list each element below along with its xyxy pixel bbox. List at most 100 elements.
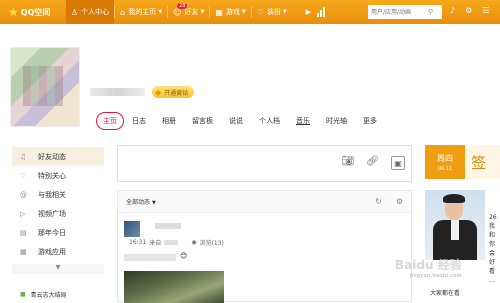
promo-line: 会好看 [489,250,496,275]
camera-icon[interactable]: 📷︎ [342,156,355,170]
tab-message-board[interactable]: 留言板 [184,116,221,126]
chevron-down-icon: ▼ [282,9,287,15]
chevron-down-icon: ▼ [241,9,246,15]
post-author-avatar[interactable] [124,221,140,237]
bell-icon: ♫ [20,152,27,161]
vip-yellow-diamond-button[interactable]: ◆ 开通黄钻 [152,86,195,98]
baidu-watermark: Baidu 经验 jingyan.baidu.com [395,256,462,279]
tab-profile[interactable]: 个人档 [251,116,288,126]
bell-icon[interactable]: ♪ [450,6,455,15]
chevron-down-icon: ▼ [158,9,163,15]
nav-label: 装扮 [266,8,281,16]
nav-label: 好友 [184,8,199,16]
apps-icon: ▦ [20,247,27,256]
tab-timeline[interactable]: 时光轴 [318,116,355,126]
nav-games[interactable]: ▦ 游戏 ▼ [210,0,250,24]
video-icon: ▷ [20,209,26,218]
vip-button-label: 开通黄钻 [164,89,189,97]
more-icon[interactable]: ☰ [482,6,489,15]
post-views: 浏览(13) [199,240,224,247]
tab-blog[interactable]: 日志 [124,116,154,126]
everyone-watching-caption[interactable]: 大家都在看 [430,288,460,297]
feed-filter-dropdown[interactable]: 全部动态 ▼ [126,197,156,206]
promo-figure [451,220,459,240]
diamond-icon: ◆ [155,87,162,97]
sidebar-item-video-square[interactable]: ▷ 视频广场 [12,204,104,223]
sidebar-expand-button[interactable]: ▼ [12,264,104,274]
promo-figure [443,194,465,203]
sidebar-bottom-label: 青云志大结局 [30,292,67,299]
post-text [124,254,176,261]
calendar-icon: ▤ [20,228,27,237]
profile-tabs: 主页 日志 相册 留言板 说说 个人档 音乐 时光轴 更多 [96,112,385,130]
sidebar-item-friend-feed[interactable]: ♫ 好友动态 [12,147,104,166]
nav-label: 个人中心 [81,8,110,16]
nav-my-homepage[interactable]: ⌂ 我的主页 ▼ [115,0,167,24]
promo-image[interactable] [425,190,485,260]
post-source-prefix: 来自 [149,240,162,247]
promo-line: ... [489,277,495,284]
heart-icon: ♡ [20,171,27,180]
composer-tools: 📷︎ 🔗︎ ▣ [342,156,405,170]
nav-personal-center[interactable]: ♙ 个人中心 [66,0,115,24]
tab-shuoshuo[interactable]: 说说 [221,116,251,126]
qzone-logo[interactable]: ★ QQ空间 [8,5,66,19]
settings-icon[interactable]: ⚙ [396,197,403,206]
post-emoji: 😊 [180,252,188,260]
chevron-down-icon: ▼ [55,264,61,271]
settings-icon[interactable]: ⚙ [465,6,472,15]
chevron-down-icon: ▼ [200,9,205,15]
search-input[interactable] [368,6,428,18]
sign-in-label: 签 [471,153,487,172]
eye-icon: ◉ [191,239,197,246]
music-bars-icon[interactable] [317,7,326,17]
profile-avatar[interactable] [10,47,80,127]
sidebar-item-label: 好友动态 [38,152,66,161]
dress-icon: ♡ [256,7,264,17]
tab-home[interactable]: 主页 [96,112,124,130]
refresh-icon[interactable]: ↻ [375,197,382,206]
sidebar-item-label: 视频广场 [38,209,66,218]
nav-friends[interactable]: ☺ 28 好友 ▼ [168,0,209,24]
tab-music[interactable]: 音乐 [288,116,318,126]
tab-album[interactable]: 相册 [154,116,184,126]
link-icon[interactable]: 🔗︎ [366,156,379,170]
video-icon[interactable]: ▣ [391,156,405,170]
watermark-text: Baidu 经验 [395,258,462,272]
sidebar-item-game-apps[interactable]: ▦ 游戏应用 [12,242,104,261]
at-icon: @ [20,190,27,199]
status-composer[interactable]: 📷︎ 🔗︎ ▣ [117,145,412,182]
promo-line: 26 [489,214,497,221]
weekday: 周四 [437,153,453,163]
search-box[interactable]: ⚲ [368,5,442,19]
search-icon[interactable]: ⚲ [428,8,433,16]
sidebar-item-related-to-me[interactable]: @ 与我相关 [12,185,104,204]
nav-label: 我的主页 [128,8,157,16]
feed-filter-label: 全部动态 [126,199,151,206]
nav-label: 游戏 [225,8,240,16]
sidebar-item-label: 与我相关 [38,190,66,199]
sign-in-button[interactable]: 签 [465,145,500,179]
sidebar-item-label: 游戏应用 [38,247,66,256]
feed-panel: 全部动态 ▼ ↻ ⚙ 16:31 来自 ◉ 浏览(13) 😊 [117,190,412,303]
feed-header: 全部动态 ▼ ↻ ⚙ [118,191,411,213]
game-icon: ▦ [215,7,223,17]
tab-more[interactable]: 更多 [355,116,385,126]
post-image[interactable] [124,271,224,303]
promo-text[interactable]: 26 我和你 会好看 ... [489,213,500,285]
home-icon: ⌂ [120,7,126,17]
sidebar-item-on-this-day[interactable]: ▤ 那年今日 [12,223,104,242]
sidebar-bottom-item[interactable]: ■ 青云志大结局 [12,290,104,299]
date: 09.11 [437,165,453,172]
promo-line: 我和你 [489,223,496,248]
chevron-down-icon: ▼ [151,200,156,206]
post-source [164,240,179,245]
logo-text: QQ空间 [20,7,51,17]
sidebar-item-special-care[interactable]: ♡ 特别关心 [12,166,104,185]
nav-dress-up[interactable]: ♡ 装扮 ▼ [252,0,292,24]
notification-badge: 28 [177,3,188,9]
date-card: 周四 09.11 [425,145,465,179]
left-sidebar: ♫ 好友动态 ♡ 特别关心 @ 与我相关 ▷ 视频广场 ▤ 那年今日 ▦ 游戏应… [12,147,104,274]
post-author-name[interactable] [155,223,181,229]
play-icon[interactable]: ▶ [306,8,311,16]
